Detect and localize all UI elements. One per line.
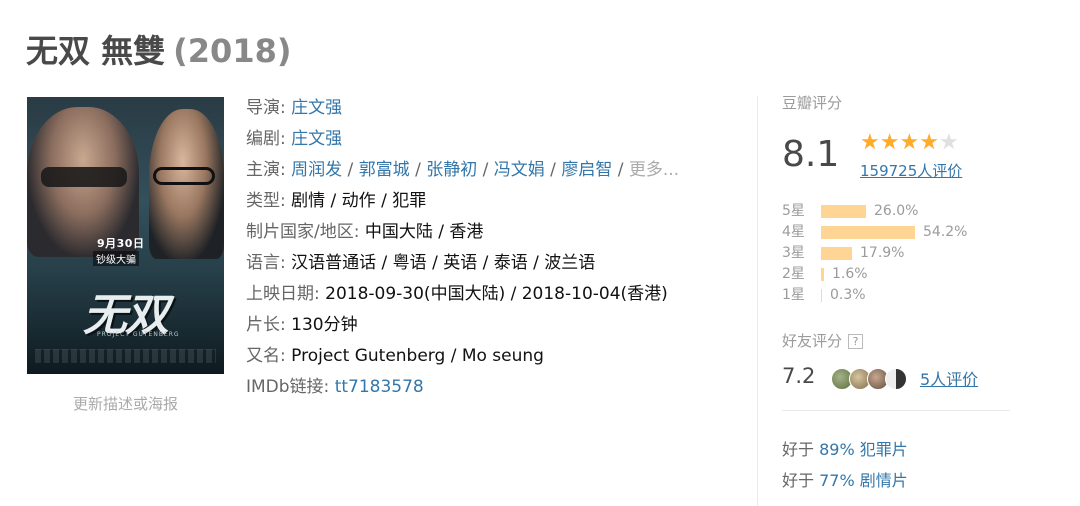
genre-value: 剧情 / 动作 / 犯罪 [291,191,427,211]
info-imdb: IMDb链接: tt7183578 [246,377,424,397]
info-language: 语言: 汉语普通话 / 粤语 / 英语 / 泰语 / 波兰语 [246,253,596,273]
poster-credits [35,349,216,363]
rating-dist-row: 3星 17.9% [782,243,1022,264]
rating-dist-label: 3星 [782,245,805,261]
star-icon: ★ [879,130,900,155]
rating-dist-pct: 17.9% [860,245,905,261]
better-than-row: 好于 89% 犯罪片 [782,440,908,459]
info-runtime: 片长: 130分钟 [246,315,358,335]
info-country: 制片国家/地区: 中国大陆 / 香港 [246,222,484,242]
avatar[interactable] [885,368,907,390]
info-aka: 又名: Project Gutenberg / Mo seung [246,346,544,366]
aka-value: Project Gutenberg / Mo seung [291,346,544,366]
rating-dist-bar [821,247,852,260]
rating-title: 豆瓣评分 [782,94,843,112]
page-title: 无双 無雙 (2018) [26,26,291,72]
writer-link[interactable]: 庄文强 [291,129,342,149]
friends-rating-title: 好友评分? [782,330,864,351]
info-cast: 主演: 周润发 / 郭富城 / 张静初 / 冯文娟 / 廖启智 / 更多... [246,160,680,180]
language-value: 汉语普通话 / 粤语 / 英语 / 泰语 / 波兰语 [291,253,596,273]
info-release: 上映日期: 2018-09-30(中国大陆) / 2018-10-04(香港) [246,284,668,304]
rating-dist-label: 1星 [782,287,805,303]
rating-dist-pct: 54.2% [923,224,968,240]
star-icon: ★ [860,130,880,155]
rating-panel: 豆瓣评分 8.1 ★★★★★ 159725人评价 5星 26.0% 4星 54.2% 3… [782,92,1022,490]
rating-dist-bar [821,205,866,218]
cast-link[interactable]: 张静初 [426,160,477,180]
movie-poster[interactable]: 9月30日 钞级大骗 无双 PROJECT GUTENBERG [27,97,224,374]
cast-link[interactable]: 冯文娟 [494,160,545,180]
poster-figure-right [149,109,224,259]
update-poster-link[interactable]: 更新描述或海报 [27,393,224,414]
info-writer: 编剧: 庄文强 [246,129,343,149]
rating-dist-label: 5星 [782,203,805,219]
rating-dist-label: 4星 [782,224,805,240]
star-icon: ★ [919,130,939,155]
rating-dist-bar [821,289,822,302]
rating-dist-label: 2星 [782,266,805,282]
rating-dist-bar [821,268,824,281]
rating-dist-bar [821,226,915,239]
better-than-link[interactable]: 77% 剧情片 [819,471,908,490]
cast-more-link[interactable]: 更多... [629,160,679,180]
info-director: 导演: 庄文强 [246,98,343,118]
rating-dist-row: 5星 26.0% [782,201,1022,222]
poster-date: 9月30日 [97,237,145,250]
friends-votes-link[interactable]: 5人评价 [920,366,978,390]
director-link[interactable]: 庄文强 [291,98,342,118]
rating-dist-pct: 26.0% [874,203,919,219]
poster-subtitle: PROJECT GUTENBERG [97,331,180,338]
movie-info: 导演: 庄文强 编剧: 庄文强 主演: 周润发 / 郭富城 / 张静初 / 冯文… [246,96,726,406]
movie-year: (2018) [173,32,292,70]
country-value: 中国大陆 / 香港 [364,222,484,242]
rating-score: 8.1 [782,134,840,175]
rating-votes-link[interactable]: 159725人评价 [860,160,962,181]
rating-dist-row: 2星 1.6% [782,264,1022,285]
info-genre: 类型: 剧情 / 动作 / 犯罪 [246,191,427,211]
vertical-divider [757,96,758,506]
star-empty-icon: ★ [938,130,959,155]
rating-dist-row: 1星 0.3% [782,285,1022,306]
friends-score: 7.2 [782,364,816,388]
star-icon: ★ [899,130,920,155]
friend-avatars [831,368,907,390]
better-than-row: 好于 77% 剧情片 [782,471,908,490]
movie-name: 无双 無雙 [26,32,166,70]
better-than-link[interactable]: 89% 犯罪片 [819,440,908,459]
help-icon[interactable]: ? [848,334,864,349]
rating-dist-pct: 0.3% [830,287,866,303]
release-value: 2018-09-30(中国大陆) / 2018-10-04(香港) [325,284,668,304]
imdb-link[interactable]: tt7183578 [335,377,424,397]
rating-dist-pct: 1.6% [832,266,868,282]
runtime-value: 130分钟 [291,315,358,335]
horizontal-divider [782,410,1010,411]
cast-link[interactable]: 郭富城 [359,160,410,180]
movie-page: 无双 無雙 (2018) 9月30日 钞级大骗 无双 PROJECT GUTENB… [0,0,1080,506]
poster-tagline: 钞级大骗 [93,251,139,266]
cast-link[interactable]: 周润发 [291,160,342,180]
cast-link[interactable]: 廖启智 [561,160,612,180]
rating-dist-row: 4星 54.2% [782,222,1022,243]
rating-distribution: 5星 26.0% 4星 54.2% 3星 17.9% 2星 1.6% 1星 0.3% [782,201,1022,306]
rating-stars: ★★★★★ [860,130,959,155]
